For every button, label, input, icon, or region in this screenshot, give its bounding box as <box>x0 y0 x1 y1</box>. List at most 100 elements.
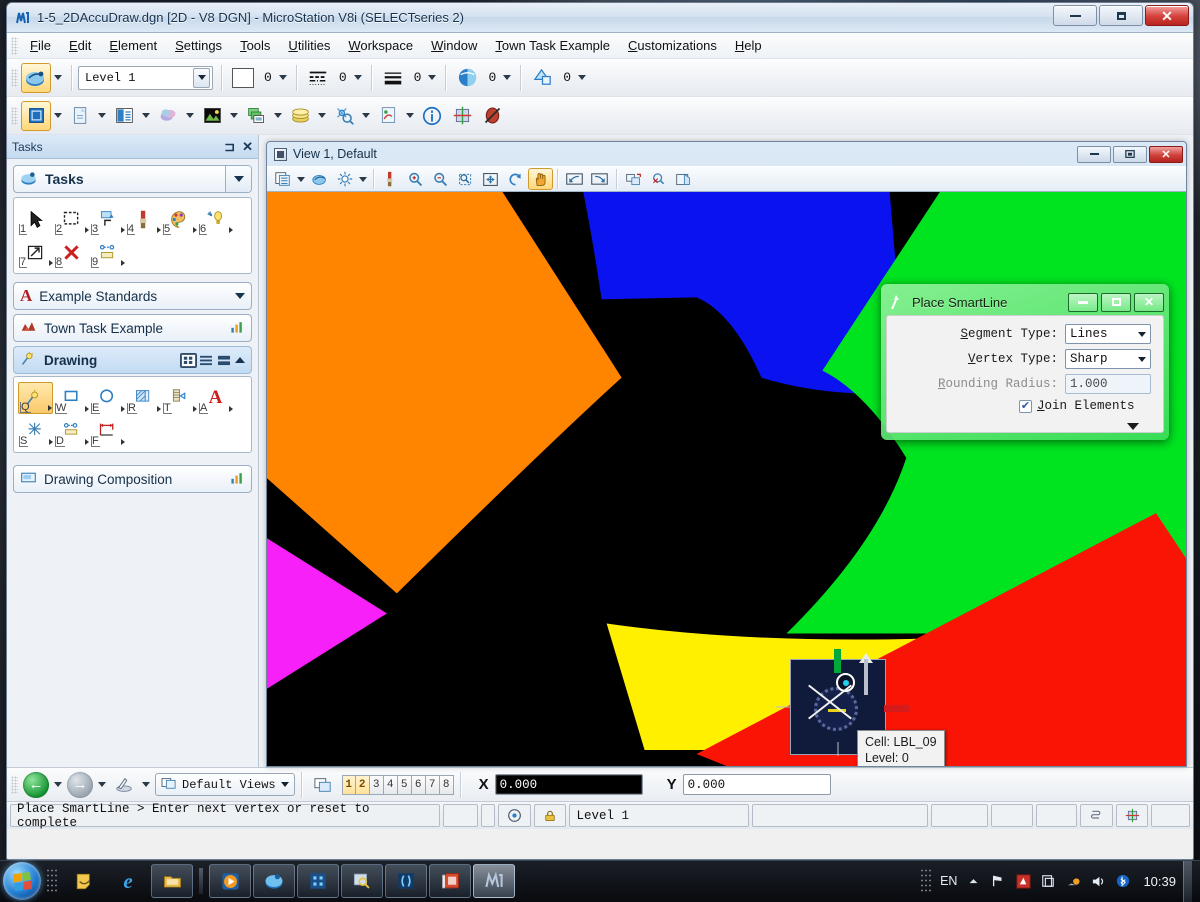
dimension-linear-tool[interactable]: F <box>90 415 125 447</box>
taskbar-app-screenshot[interactable] <box>429 864 471 898</box>
view-toggle-7[interactable]: 7 <box>425 774 440 795</box>
taskbar-app-explorer[interactable] <box>151 864 193 898</box>
y-coordinate-input[interactable]: 0.000 <box>682 774 831 795</box>
menu-file[interactable]: File <box>21 34 60 57</box>
start-button[interactable] <box>3 862 41 900</box>
zoom-out-icon[interactable] <box>428 168 453 190</box>
tool-expand-arrow[interactable] <box>121 439 125 445</box>
accudraw-status-icon[interactable] <box>1115 804 1149 827</box>
restore-button[interactable] <box>1099 5 1143 26</box>
chevron-up-icon[interactable] <box>235 357 245 363</box>
active-priority-icon[interactable] <box>527 63 557 93</box>
model-icon[interactable] <box>1079 804 1113 827</box>
active-transparency-icon[interactable] <box>452 63 482 93</box>
markup-icon[interactable] <box>373 101 403 131</box>
taskbar-clock[interactable]: 10:39 <box>1143 874 1176 889</box>
smartline-minimize-button[interactable] <box>1068 292 1098 312</box>
tool-expand-arrow[interactable] <box>49 260 53 266</box>
taskbar-app-internet-explorer[interactable]: e <box>107 864 149 898</box>
copy-view-icon[interactable] <box>621 168 646 190</box>
zoom-in-icon[interactable] <box>403 168 428 190</box>
tasks-selector-dropdown[interactable] <box>225 166 251 192</box>
no-snap-icon[interactable] <box>477 101 507 131</box>
level-display-icon[interactable] <box>153 101 183 131</box>
taskbar-app-media-player[interactable] <box>209 864 251 898</box>
locks-icon[interactable] <box>533 804 567 827</box>
menu-settings[interactable]: Settings <box>166 34 231 57</box>
view-close-button[interactable]: ✕ <box>1149 145 1183 163</box>
clip-mask-icon[interactable] <box>671 168 696 190</box>
active-level-dropdown-arrow[interactable] <box>193 67 210 88</box>
analyze-element-dropdown[interactable] <box>359 103 373 129</box>
view-groups-grip[interactable] <box>11 775 18 794</box>
manipulate-tool[interactable]: 3 <box>90 203 125 235</box>
level-display-dropdown[interactable] <box>183 103 197 129</box>
view-toggle-1[interactable]: 1 <box>341 774 356 795</box>
tray-grip[interactable] <box>920 868 932 894</box>
tool-expand-arrow[interactable] <box>121 406 125 412</box>
active-level-combo[interactable]: Level 1 <box>78 65 213 90</box>
vertex-type-combo[interactable]: Sharp <box>1065 349 1151 369</box>
tool-expand-arrow[interactable] <box>193 227 197 233</box>
forward-arrow-icon[interactable]: → <box>65 770 95 800</box>
view-brightness-icon[interactable] <box>332 168 357 190</box>
sidebar-item-example-standards[interactable]: A Example Standards <box>13 282 252 310</box>
input-method-icon[interactable] <box>1014 872 1032 890</box>
view-restore-button[interactable] <box>1113 145 1147 163</box>
status-active-level[interactable]: Level 1 <box>569 804 750 827</box>
tool-expand-arrow[interactable] <box>157 406 161 412</box>
chevron-down-icon[interactable] <box>280 782 289 787</box>
x-coordinate-input[interactable]: 0.000 <box>494 774 643 795</box>
view-toggle-3[interactable]: 3 <box>369 774 384 795</box>
view-attributes-dropdown[interactable] <box>295 168 307 190</box>
close-button[interactable]: ✕ <box>1145 5 1189 26</box>
active-color-swatch[interactable] <box>228 63 258 93</box>
chevron-down-icon[interactable] <box>1133 325 1150 343</box>
view-previous-group-dropdown[interactable] <box>139 772 153 798</box>
view-display-style-icon[interactable] <box>307 168 332 190</box>
menu-workspace[interactable]: Workspace <box>339 34 422 57</box>
pan-view-icon[interactable] <box>528 168 553 190</box>
active-linestyle-dropdown[interactable] <box>351 65 365 91</box>
element-selection-tool[interactable]: 1 <box>18 203 53 235</box>
minimize-button[interactable] <box>1053 5 1097 26</box>
palette-tool[interactable]: 5 <box>162 203 197 235</box>
smartline-expand-toggle[interactable] <box>887 423 1151 430</box>
chevron-up-icon[interactable] <box>964 872 982 890</box>
element-attributes-icon[interactable] <box>21 62 51 93</box>
segment-type-combo[interactable]: Lines <box>1065 324 1151 344</box>
menu-town-task-example[interactable]: Town Task Example <box>486 34 619 57</box>
models-icon[interactable] <box>21 100 51 131</box>
sidebar-item-drawing[interactable]: Drawing <box>13 346 252 374</box>
taskbar-app-microstation[interactable] <box>473 864 515 898</box>
tool-expand-arrow[interactable] <box>157 227 161 233</box>
level-manager-icon[interactable] <box>109 101 139 131</box>
taskbar-app-brackets[interactable] <box>385 864 427 898</box>
sidebar-item-drawing-composition[interactable]: Drawing Composition <box>13 465 252 493</box>
place-smartline-dialog[interactable]: Place SmartLine ✕ Segment Type: Lines Ve… <box>881 284 1169 440</box>
list-view-icon[interactable] <box>199 354 214 367</box>
back-arrow-icon[interactable]: ← <box>21 770 51 800</box>
join-elements-checkbox[interactable]: ✔ <box>1019 399 1032 413</box>
taskbar-app-search[interactable] <box>341 864 383 898</box>
tool-expand-arrow[interactable] <box>85 439 89 445</box>
pattern-area-tool[interactable]: R <box>126 382 161 414</box>
element-templates-dropdown[interactable] <box>315 103 329 129</box>
analyze-element-icon[interactable] <box>329 101 359 131</box>
view-group-selector[interactable]: Default Views <box>155 773 295 796</box>
smartline-restore-button[interactable] <box>1101 292 1131 312</box>
update-view-icon[interactable] <box>378 168 403 190</box>
fit-view-icon[interactable] <box>478 168 503 190</box>
taskbar-app-notes[interactable] <box>63 864 105 898</box>
menu-edit[interactable]: Edit <box>60 34 100 57</box>
references-icon[interactable] <box>65 101 95 131</box>
markup-dropdown[interactable] <box>403 103 417 129</box>
cell-library-icon[interactable] <box>241 101 271 131</box>
active-color-dropdown[interactable] <box>276 65 290 91</box>
menu-tools[interactable]: Tools <box>231 34 279 57</box>
tool-expand-arrow[interactable] <box>229 406 233 412</box>
element-attributes-dropdown[interactable] <box>51 65 65 91</box>
accudraw-icon[interactable] <box>447 101 477 131</box>
measure-tool[interactable]: 6 <box>198 203 233 235</box>
raster-manager-dropdown[interactable] <box>227 103 241 129</box>
